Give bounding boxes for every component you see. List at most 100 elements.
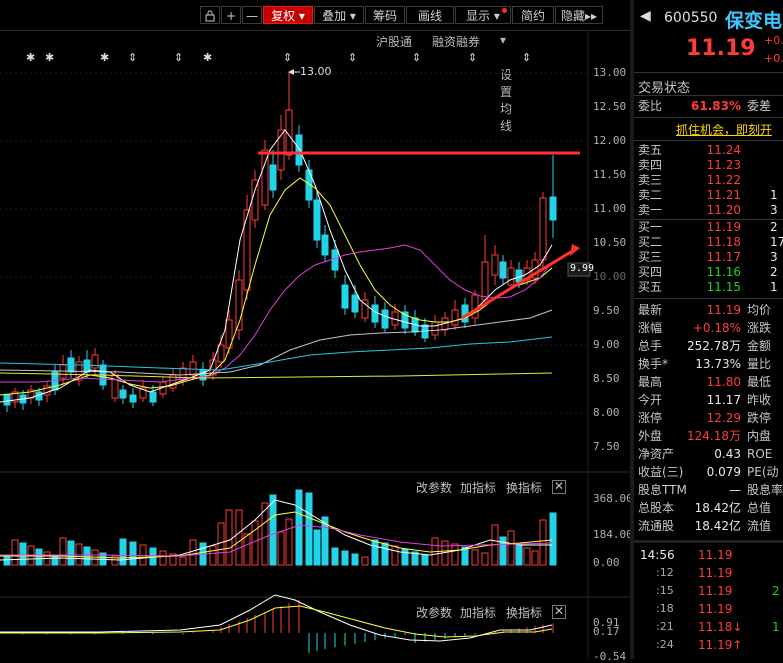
buy-level-volume: 2 bbox=[770, 220, 778, 234]
quote-label-right: 量比 bbox=[747, 357, 772, 371]
quote-row: 涨幅 +0.18% 涨跌 bbox=[634, 321, 783, 336]
sell-level-row[interactable]: 卖一 11.20 3 bbox=[634, 203, 783, 218]
buy-level-row[interactable]: 买四 11.16 2 bbox=[634, 265, 783, 280]
sell-level-label: 卖四 bbox=[638, 158, 663, 172]
trend-line bbox=[461, 248, 575, 320]
change-amount: +0. bbox=[764, 34, 783, 47]
volume-bar bbox=[371, 539, 379, 566]
ma60-line bbox=[0, 336, 553, 371]
quote-label: 最新 bbox=[638, 303, 663, 317]
tick-row: :15 11.19 2 bbox=[634, 582, 783, 600]
volume-bar bbox=[209, 545, 217, 566]
sell-level-price: 11.24 bbox=[706, 143, 741, 157]
quote-value: 11.19 bbox=[706, 303, 741, 317]
quote-label-right: 总值 bbox=[747, 501, 772, 515]
volume-bar bbox=[243, 533, 251, 566]
volume-axis-label: 184.00 bbox=[593, 528, 633, 541]
quote-row: 今开 11.17 昨收 bbox=[634, 393, 783, 408]
sell-level-price: 11.23 bbox=[706, 158, 741, 172]
tick-time: :12 bbox=[656, 566, 674, 579]
sell-level-row[interactable]: 卖四 11.23 bbox=[634, 158, 783, 173]
volume-bar bbox=[269, 494, 277, 566]
buy-level-row[interactable]: 买五 11.15 1 bbox=[634, 280, 783, 295]
quote-value: 0.079 bbox=[706, 465, 741, 479]
quote-row: 最高 11.80 最低 bbox=[634, 375, 783, 390]
volume-bar bbox=[531, 550, 539, 566]
quote-value: 252.78万 bbox=[687, 339, 741, 353]
price-axis-label: 7.50 bbox=[593, 440, 620, 453]
sell-level-row[interactable]: 卖二 11.21 1 bbox=[634, 188, 783, 203]
quote-label-right: 内盘 bbox=[747, 429, 772, 443]
volume-bar bbox=[539, 519, 547, 566]
volume-bar bbox=[381, 542, 389, 566]
quote-value: 18.42亿 bbox=[694, 501, 741, 515]
kline-chart[interactable] bbox=[0, 0, 630, 659]
ma10-line bbox=[0, 177, 553, 396]
quote-label: 总股本 bbox=[638, 501, 675, 515]
tick-time: :21 bbox=[656, 620, 674, 633]
volume-bar bbox=[11, 539, 19, 566]
switch-indicator-button[interactable]: 换指标 bbox=[506, 604, 542, 621]
quote-label-right: 涨跌 bbox=[747, 321, 772, 335]
sell-level-price: 11.22 bbox=[706, 173, 741, 187]
weicha-label: 委差 bbox=[747, 99, 772, 113]
sell-level-row[interactable]: 卖三 11.22 bbox=[634, 173, 783, 188]
buy-level-row[interactable]: 买二 11.18 17 bbox=[634, 235, 783, 250]
close-icon[interactable]: ✕ bbox=[552, 605, 566, 619]
candle-body bbox=[539, 197, 547, 261]
quote-label: 总手 bbox=[638, 339, 663, 353]
stock-name: 保变电 bbox=[725, 10, 783, 32]
volume-bar bbox=[251, 520, 259, 566]
candle-body bbox=[451, 309, 459, 326]
quote-label: 股息TTM bbox=[638, 483, 687, 497]
switch-indicator-button[interactable]: 换指标 bbox=[506, 479, 542, 496]
candle-body bbox=[549, 196, 557, 221]
edit-params-button[interactable]: 改参数 bbox=[416, 479, 452, 496]
sell-level-volume: 1 bbox=[770, 188, 778, 202]
candle-body bbox=[3, 394, 11, 406]
quote-label: 外盘 bbox=[638, 429, 663, 443]
volume-bar bbox=[235, 509, 243, 566]
candle-body bbox=[481, 261, 489, 301]
macd-axis-label: -0.54 bbox=[593, 650, 627, 663]
tick-price: 11.19 bbox=[698, 584, 733, 598]
buy-level-row[interactable]: 买一 11.19 2 bbox=[634, 220, 783, 235]
tick-price: 11.19 bbox=[698, 548, 733, 562]
edit-params-button[interactable]: 改参数 bbox=[416, 604, 452, 621]
quote-label-right: 股息率 bbox=[747, 483, 783, 497]
candle-body bbox=[331, 249, 339, 271]
buy-level-label: 买三 bbox=[638, 250, 663, 264]
add-indicator-button[interactable]: 加指标 bbox=[460, 479, 496, 496]
add-indicator-button[interactable]: 加指标 bbox=[460, 604, 496, 621]
volume-bar bbox=[499, 536, 507, 566]
volume-bar bbox=[277, 531, 285, 566]
close-icon[interactable]: ✕ bbox=[552, 480, 566, 494]
tick-time: 14:56 bbox=[640, 548, 675, 562]
back-arrow-icon[interactable]: ◀ bbox=[640, 8, 651, 24]
weibi-value: 61.83% bbox=[691, 99, 741, 113]
buy-level-volume: 1 bbox=[770, 280, 778, 294]
candle-body bbox=[381, 309, 389, 329]
volume-bar bbox=[471, 549, 479, 566]
quote-label: 今开 bbox=[638, 393, 663, 407]
sell-level-row[interactable]: 卖五 11.24 bbox=[634, 143, 783, 158]
quote-value: +0.18% bbox=[692, 321, 741, 335]
buy-level-volume: 17 bbox=[770, 235, 783, 249]
quote-row: 外盘 124.18万 内盘 bbox=[634, 429, 783, 444]
quote-label-right: 最低 bbox=[747, 375, 772, 389]
candle-body bbox=[129, 394, 137, 403]
buy-level-row[interactable]: 买三 11.17 3 bbox=[634, 250, 783, 265]
promo-banner[interactable]: 抓住机会，即刻开 bbox=[676, 121, 772, 138]
price-axis-label: 12.50 bbox=[593, 100, 627, 113]
sell-level-price: 11.20 bbox=[706, 203, 741, 217]
tick-volume: 2 bbox=[772, 584, 780, 598]
sell-level-price: 11.21 bbox=[706, 188, 741, 202]
quote-value: 13.73% bbox=[695, 357, 741, 371]
quote-row: 换手* 13.73% 量比 bbox=[634, 357, 783, 372]
quote-label: 最高 bbox=[638, 375, 663, 389]
sell-level-label: 卖二 bbox=[638, 188, 663, 202]
quote-row: 总手 252.78万 金额 bbox=[634, 339, 783, 354]
quote-label: 流通股 bbox=[638, 519, 675, 533]
tick-row: :12 11.19 bbox=[634, 564, 783, 582]
volume-bar bbox=[119, 538, 127, 566]
